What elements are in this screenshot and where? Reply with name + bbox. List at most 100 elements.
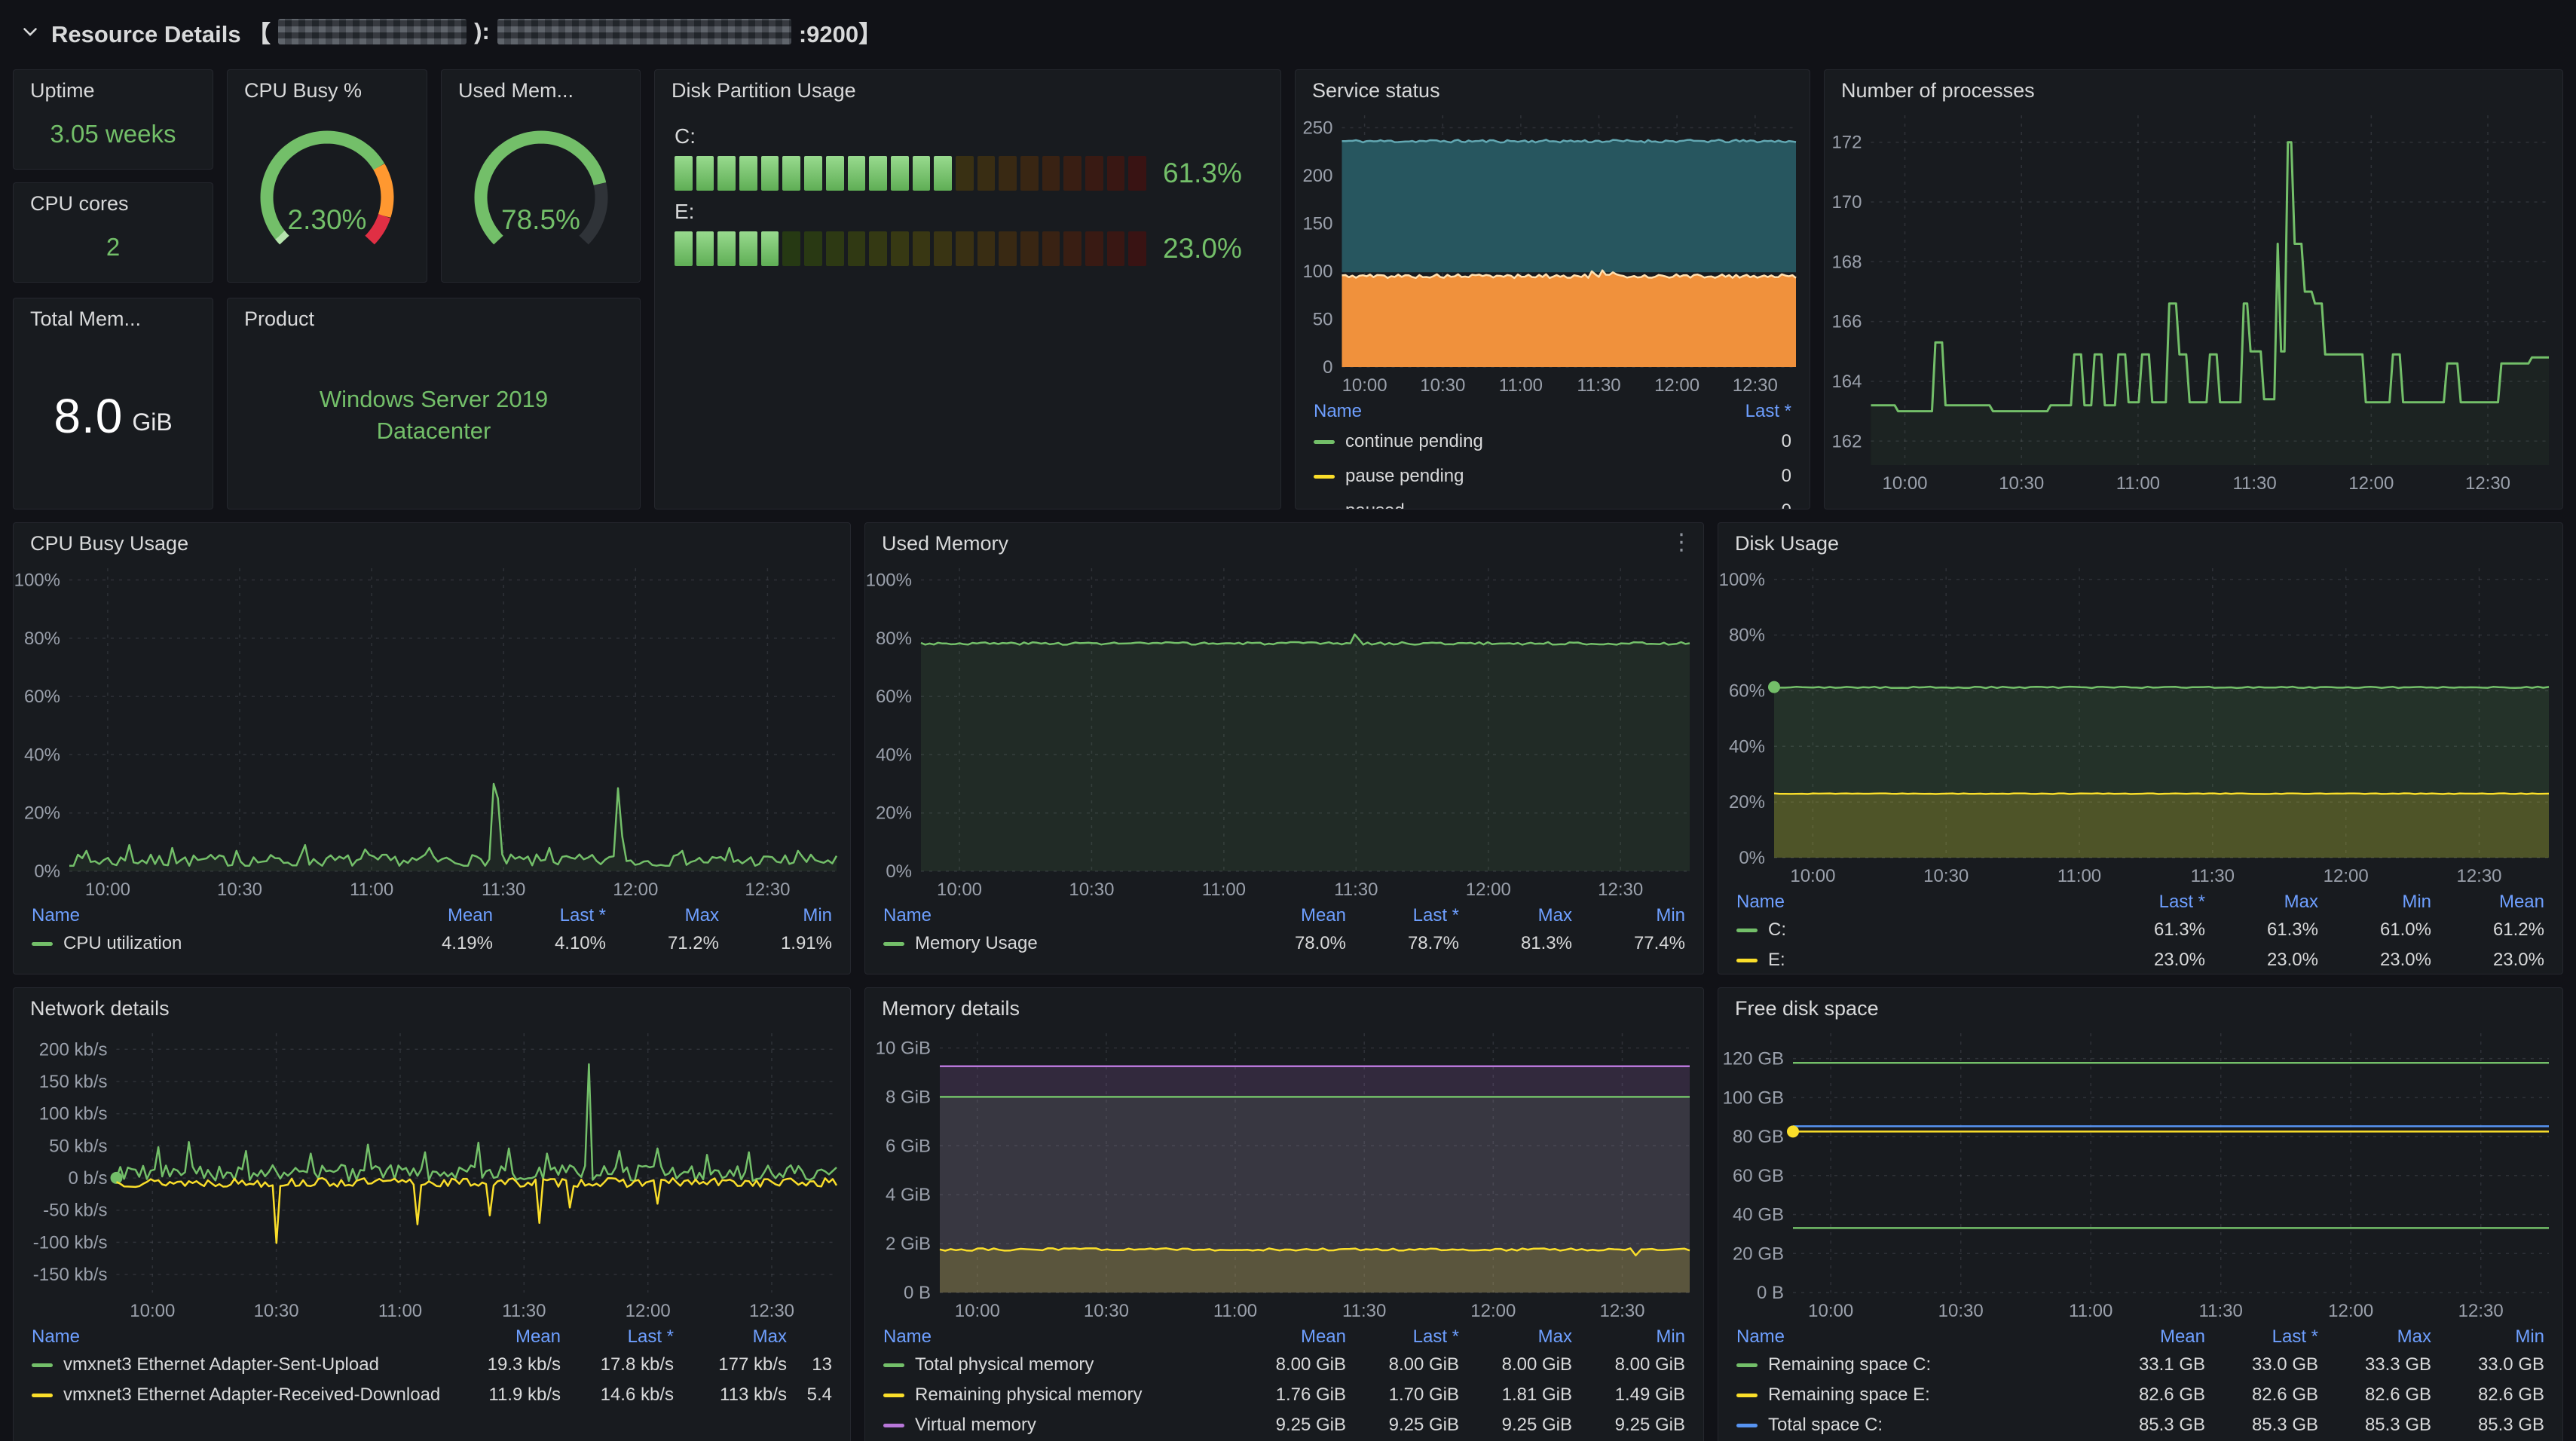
timeseries-chart[interactable]: 10:0010:3011:0011:3012:0012:300%20%40%60…	[14, 558, 850, 903]
panel-title[interactable]: Uptime	[14, 70, 213, 105]
panel-title[interactable]: Disk Partition Usage	[655, 70, 1280, 105]
bargauge-cell	[999, 231, 1017, 266]
legend-header-col[interactable]: Min	[719, 905, 832, 926]
series-label[interactable]: pause pending	[1345, 466, 1464, 487]
series-label[interactable]: Remaining space E:	[1768, 1384, 1930, 1406]
legend-header-col[interactable]: Max	[2318, 1326, 2431, 1348]
series-label[interactable]: CPU utilization	[63, 933, 182, 954]
panel-product: Product Windows Server 2019 Datacenter	[227, 298, 641, 509]
panel-title[interactable]: Memory details	[865, 988, 1703, 1023]
timeseries-chart[interactable]: 10:0010:3011:0011:3012:0012:300%20%40%60…	[865, 558, 1703, 903]
svg-text:0%: 0%	[34, 861, 60, 882]
svg-text:12:30: 12:30	[1733, 375, 1778, 396]
svg-text:8 GiB: 8 GiB	[886, 1087, 931, 1107]
series-label[interactable]: vmxnet3 Ethernet Adapter-Sent-Upload	[63, 1354, 379, 1375]
legend-header-col[interactable]: Mean	[1233, 1326, 1346, 1348]
legend-header-col[interactable]: Min	[2318, 892, 2431, 913]
svg-text:150 kb/s: 150 kb/s	[39, 1072, 108, 1092]
legend-value: 9.25 GiB	[1233, 1415, 1346, 1436]
legend-header-col[interactable]: Min	[1572, 1326, 1685, 1348]
bargauge-cell	[1107, 156, 1125, 191]
legend-header-col[interactable]: Max	[606, 905, 719, 926]
timeseries-chart[interactable]: 10:0010:3011:0011:3012:0012:300%20%40%60…	[1718, 558, 2562, 889]
series-label[interactable]: Memory Usage	[915, 933, 1038, 954]
series-label[interactable]: Virtual memory	[915, 1415, 1036, 1436]
legend-row: Total physical memory8.00 GiB8.00 GiB8.0…	[883, 1350, 1685, 1380]
dashboard-row-header[interactable]: Resource Details 【 ): :9200】	[0, 0, 2576, 63]
legend-header-col[interactable]: Mean	[1233, 905, 1346, 926]
panel-title[interactable]: Service status	[1296, 70, 1810, 105]
svg-text:100 GB: 100 GB	[1723, 1088, 1784, 1108]
gauge-arc[interactable]	[454, 120, 628, 263]
bargauge-cell-lit	[717, 156, 736, 191]
legend-header-name[interactable]: Name	[1736, 892, 2092, 913]
legend-header-name[interactable]: Name	[1736, 1326, 2092, 1348]
legend-row: Remaining space E:82.6 GB82.6 GB82.6 GB8…	[1736, 1380, 2544, 1410]
series-label[interactable]: Total space C:	[1768, 1415, 1883, 1436]
series-label[interactable]: E:	[1768, 950, 1785, 971]
legend-header-col[interactable]: Mean	[2092, 1326, 2205, 1348]
panel-title[interactable]: Product	[228, 298, 640, 333]
panel-title[interactable]: CPU Busy %	[228, 70, 427, 105]
panel-title[interactable]: Network details	[14, 988, 850, 1023]
stat-unit: GiB	[132, 395, 172, 436]
legend-header-col[interactable]: Mean	[380, 905, 493, 926]
series-label[interactable]: Remaining physical memory	[915, 1384, 1142, 1406]
panel-used-memory: Used Memory ⋮ 10:0010:3011:0011:3012:001…	[864, 522, 1704, 974]
panel-menu-icon[interactable]: ⋮	[1670, 529, 1693, 555]
legend-header-col[interactable]: Max	[674, 1326, 787, 1348]
legend-header-col[interactable]: Last *	[2205, 1326, 2318, 1348]
legend-header-name[interactable]: Name	[32, 905, 380, 926]
svg-text:12:30: 12:30	[745, 880, 790, 900]
series-label[interactable]: Remaining space C:	[1768, 1354, 1931, 1375]
timeseries-chart[interactable]: 10:0010:3011:0011:3012:0012:300 B2 GiB4 …	[865, 1023, 1703, 1324]
timeseries-chart[interactable]: 10:0010:3011:0011:3012:0012:301621641661…	[1825, 105, 2562, 497]
panel-title[interactable]: CPU cores	[14, 183, 213, 218]
svg-text:12:00: 12:00	[2348, 473, 2394, 494]
legend-header-name[interactable]: Name	[883, 1326, 1233, 1348]
legend-header-col[interactable]: Last *	[2092, 892, 2205, 913]
series-label[interactable]: Total physical memory	[915, 1354, 1094, 1375]
series-label[interactable]: continue pending	[1345, 431, 1483, 452]
bargauge[interactable]	[675, 231, 1146, 266]
panel-title[interactable]: Free disk space	[1718, 988, 2562, 1023]
chevron-down-icon[interactable]	[23, 27, 38, 37]
legend-header-col[interactable]: Last *	[1346, 1326, 1459, 1348]
series-label[interactable]: C:	[1768, 919, 1786, 941]
legend-header-col[interactable]: Max	[2205, 892, 2318, 913]
legend-header-col[interactable]: Last *	[561, 1326, 674, 1348]
svg-text:-50 kb/s: -50 kb/s	[43, 1201, 107, 1221]
svg-text:10:30: 10:30	[1923, 866, 1969, 886]
legend-header-col[interactable]: Last *	[1678, 401, 1791, 422]
timeseries-chart[interactable]: 10:0010:3011:0011:3012:0012:300501001502…	[1296, 105, 1810, 399]
svg-text:164: 164	[1831, 372, 1862, 392]
panel-title[interactable]: Number of processes	[1825, 70, 2562, 105]
legend-header-col[interactable]: Max	[1459, 1326, 1572, 1348]
panel-title[interactable]: Disk Usage	[1718, 523, 2562, 558]
legend-header-name[interactable]: Name	[1314, 401, 1678, 422]
panel-cpu-busy-gauge: CPU Busy % 2.30%	[227, 69, 427, 283]
legend-header-col[interactable]: Min	[2431, 1326, 2544, 1348]
timeseries-chart[interactable]: 10:0010:3011:0011:3012:0012:300 B20 GB40…	[1718, 1023, 2562, 1324]
panel-title[interactable]: Used Memory	[865, 523, 1703, 558]
legend-header-col[interactable]: Max	[1459, 905, 1572, 926]
bargauge[interactable]	[675, 156, 1146, 191]
bargauge-cell	[977, 156, 996, 191]
legend-header-col[interactable]: Min	[1572, 905, 1685, 926]
panel-title[interactable]: Total Mem...	[14, 298, 213, 333]
legend-header-col[interactable]: Last *	[1346, 905, 1459, 926]
panel-title[interactable]: Used Mem...	[442, 70, 640, 105]
panel-title[interactable]: CPU Busy Usage	[14, 523, 850, 558]
timeseries-chart[interactable]: 10:0010:3011:0011:3012:0012:30200 kb/s15…	[14, 1023, 850, 1324]
panel-network-details: Network details 10:0010:3011:0011:3012:0…	[13, 987, 851, 1441]
legend-header-name[interactable]: Name	[883, 905, 1233, 926]
series-label[interactable]: paused	[1345, 500, 1405, 509]
legend-header-col[interactable]: Mean	[2431, 892, 2544, 913]
gauge-arc[interactable]	[240, 120, 414, 263]
legend-header-col[interactable]: Last *	[493, 905, 606, 926]
legend-header-col[interactable]: Mean	[448, 1326, 561, 1348]
legend-header-name[interactable]: Name	[32, 1326, 448, 1348]
series-label[interactable]: vmxnet3 Ethernet Adapter-Received-Downlo…	[63, 1384, 440, 1406]
bargauge-cell	[977, 231, 996, 266]
series-color-dash	[1314, 509, 1335, 510]
